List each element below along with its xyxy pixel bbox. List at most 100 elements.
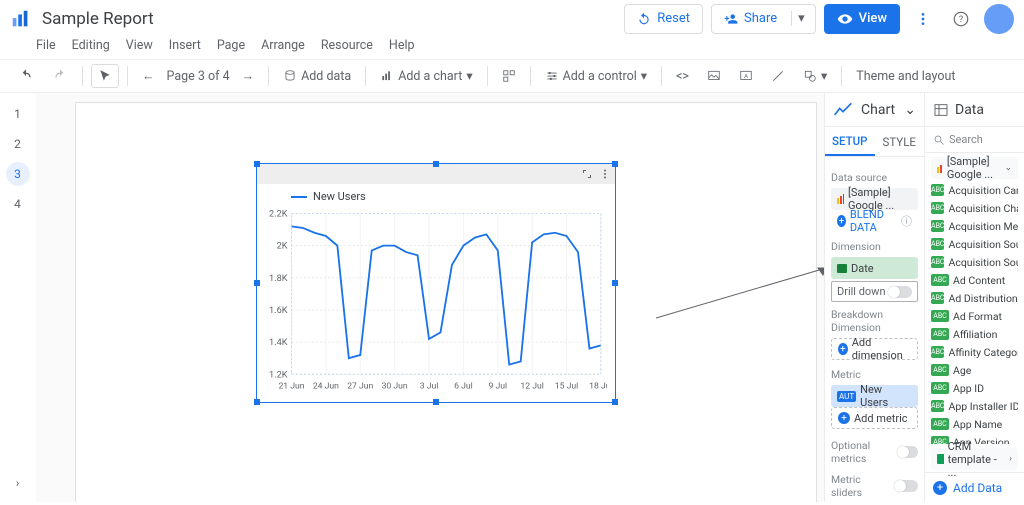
menu-view[interactable]: View bbox=[126, 38, 153, 53]
add-data-button[interactable]: Add data bbox=[277, 65, 357, 88]
selection-tool[interactable] bbox=[91, 64, 119, 88]
metric-chip[interactable]: AUTNew Users bbox=[831, 385, 918, 407]
label-breakdown: Breakdown Dimension bbox=[831, 308, 918, 334]
next-page-button[interactable]: → bbox=[236, 65, 261, 88]
legend-label: New Users bbox=[313, 190, 366, 203]
field-item[interactable]: ABCAffiliation bbox=[931, 325, 1018, 343]
canvas-area[interactable]: New Users 2.2K2K1.8K1.6K1.4K1.2K21 Jun24… bbox=[36, 93, 824, 502]
optional-metrics-toggle[interactable] bbox=[897, 446, 918, 458]
redo-button[interactable] bbox=[46, 64, 74, 88]
legend-swatch bbox=[291, 196, 307, 198]
svg-text:15 Jul: 15 Jul bbox=[555, 382, 578, 392]
reset-button[interactable]: Reset bbox=[624, 4, 703, 34]
field-item[interactable]: ABCAcquisition Mediu... bbox=[931, 217, 1018, 235]
embed-button[interactable]: <> bbox=[670, 65, 695, 88]
more-vert-icon bbox=[915, 11, 931, 27]
blend-data-button[interactable]: +BLEND DATAⓘ bbox=[831, 210, 918, 232]
data-source-row-2[interactable]: CRM template - ...› bbox=[931, 448, 1018, 470]
more-options-button[interactable] bbox=[908, 4, 938, 34]
add-dimension-button[interactable]: +Add dimension bbox=[831, 338, 918, 360]
svg-text:3 Jul: 3 Jul bbox=[420, 382, 439, 392]
drill-down-toggle[interactable] bbox=[888, 286, 912, 298]
field-item[interactable]: ABCAcquisition Sourc... bbox=[931, 253, 1018, 271]
line-button[interactable] bbox=[765, 65, 791, 87]
bars-icon bbox=[837, 194, 844, 204]
image-button[interactable] bbox=[701, 65, 727, 87]
add-data-button-panel[interactable]: +Add Data bbox=[925, 472, 1024, 502]
account-avatar[interactable] bbox=[984, 4, 1014, 34]
selected-chart[interactable]: New Users 2.2K2K1.8K1.6K1.4K1.2K21 Jun24… bbox=[256, 163, 616, 403]
data-source-row[interactable]: [Sample] Google ...⌄ bbox=[931, 157, 1018, 179]
community-viz-button[interactable] bbox=[496, 65, 522, 87]
field-item[interactable]: ABCAd Content bbox=[931, 271, 1018, 289]
page-thumb-3[interactable]: 3 bbox=[6, 162, 30, 186]
add-metric-button[interactable]: +Add metric bbox=[831, 407, 918, 429]
looker-studio-logo-icon bbox=[10, 8, 32, 30]
theme-layout-button[interactable]: Theme and layout bbox=[850, 65, 961, 88]
view-button[interactable]: View bbox=[824, 4, 900, 34]
field-item[interactable]: ABCAcquisition Camp... bbox=[931, 181, 1018, 199]
menu-resource[interactable]: Resource bbox=[321, 38, 373, 53]
line-icon bbox=[771, 69, 785, 83]
page-thumb-1[interactable]: 1 bbox=[6, 102, 30, 126]
search-icon bbox=[933, 134, 945, 146]
field-item[interactable]: ABCAge bbox=[931, 361, 1018, 379]
app-header: Sample Report Reset Share▾ View ? bbox=[0, 0, 1024, 38]
eye-icon bbox=[837, 11, 853, 27]
chevron-down-icon[interactable]: ⌄ bbox=[904, 102, 916, 118]
menu-editing[interactable]: Editing bbox=[72, 38, 110, 53]
sliders-icon bbox=[545, 69, 559, 83]
line-chart-icon bbox=[833, 100, 853, 120]
arrow-annotation bbox=[656, 248, 824, 328]
fields-list[interactable]: ABCAcquisition Camp...ABCAcquisition Cha… bbox=[925, 181, 1024, 444]
data-source-chip[interactable]: [Sample] Google ... bbox=[831, 188, 918, 210]
drill-down-row[interactable]: Drill down bbox=[831, 281, 918, 302]
page-thumb-4[interactable]: 4 bbox=[6, 192, 30, 216]
field-item[interactable]: ABCApp Name bbox=[931, 415, 1018, 433]
text-button[interactable]: A bbox=[733, 65, 759, 87]
data-panel: Data Search [Sample] Google ...⌄ ABCAcqu… bbox=[924, 93, 1024, 502]
metric-sliders-toggle[interactable] bbox=[894, 480, 918, 492]
field-item[interactable]: ABCApp ID bbox=[931, 379, 1018, 397]
pages-expand-button[interactable]: › bbox=[10, 472, 26, 494]
chart-header bbox=[257, 164, 615, 184]
field-search[interactable]: Search bbox=[925, 127, 1024, 153]
undo-button[interactable] bbox=[12, 64, 40, 88]
field-item[interactable]: ABCAcquisition Chann... bbox=[931, 199, 1018, 217]
undo-icon bbox=[637, 12, 651, 26]
text-icon: A bbox=[739, 69, 753, 83]
document-title[interactable]: Sample Report bbox=[42, 9, 154, 29]
prev-page-button[interactable]: ← bbox=[136, 65, 161, 88]
dimension-chip[interactable]: Date bbox=[831, 257, 918, 279]
field-item[interactable]: ABCAd Format bbox=[931, 307, 1018, 325]
menu-insert[interactable]: Insert bbox=[169, 38, 201, 53]
shapes-icon bbox=[803, 69, 817, 83]
svg-text:12 Jul: 12 Jul bbox=[520, 382, 543, 392]
shape-button[interactable]: ▾ bbox=[797, 64, 833, 88]
field-item[interactable]: ABCAcquisition Source bbox=[931, 235, 1018, 253]
menu-page[interactable]: Page bbox=[217, 38, 245, 53]
svg-text:?: ? bbox=[959, 15, 963, 25]
chart-properties-panel: Chart ⌄ SETUP STYLE Data source [Sample]… bbox=[824, 93, 924, 502]
person-add-icon bbox=[724, 12, 738, 26]
page-thumb-2[interactable]: 2 bbox=[6, 132, 30, 156]
add-control-button[interactable]: Add a control ▾ bbox=[539, 64, 653, 88]
svg-text:9 Jul: 9 Jul bbox=[488, 382, 507, 392]
field-item[interactable]: ABCApp Installer ID bbox=[931, 397, 1018, 415]
add-chart-button[interactable]: Add a chart ▾ bbox=[374, 64, 478, 88]
expand-icon[interactable] bbox=[581, 168, 593, 180]
menu-help[interactable]: Help bbox=[389, 38, 415, 53]
menu-arrange[interactable]: Arrange bbox=[261, 38, 305, 53]
label-optional-metrics: Optional metrics bbox=[831, 439, 897, 465]
menu-file[interactable]: File bbox=[36, 38, 56, 53]
more-vert-icon[interactable] bbox=[599, 168, 611, 180]
help-button[interactable]: ? bbox=[946, 4, 976, 34]
field-item[interactable]: ABCAd Distribution Ne... bbox=[931, 289, 1018, 307]
tab-style[interactable]: STYLE bbox=[875, 127, 925, 156]
redo-icon bbox=[52, 68, 68, 84]
tab-setup[interactable]: SETUP bbox=[825, 127, 875, 156]
svg-text:1.8K: 1.8K bbox=[269, 274, 288, 284]
share-button[interactable]: Share▾ bbox=[711, 4, 816, 34]
field-item[interactable]: ABCAffinity Category (... bbox=[931, 343, 1018, 361]
svg-text:1.4K: 1.4K bbox=[269, 338, 288, 348]
